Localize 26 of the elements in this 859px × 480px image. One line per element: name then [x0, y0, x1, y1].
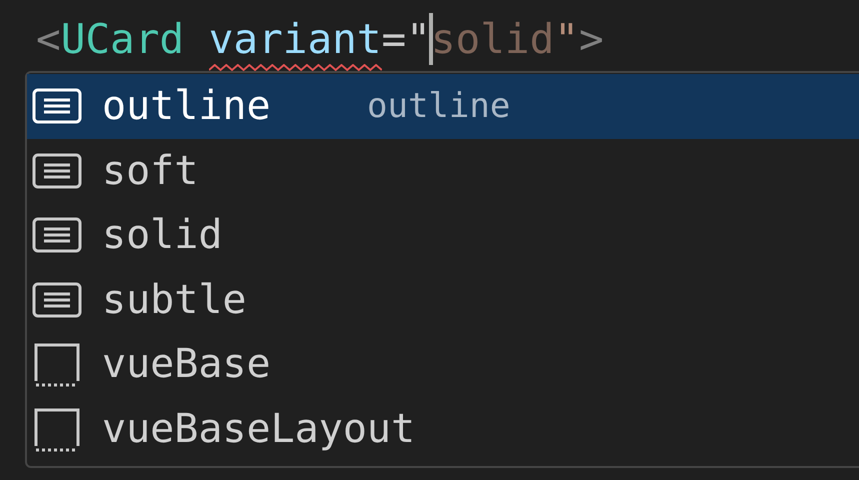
suggestion-item[interactable]: subtle — [27, 268, 859, 332]
suggestion-label: outline — [102, 82, 272, 132]
list-icon — [32, 152, 82, 190]
suggestion-item[interactable]: vueBase — [27, 332, 859, 396]
suggestion-detail: outline — [367, 85, 510, 128]
suggestion-label: vueBaseLayout — [102, 404, 416, 454]
ghost-text: solid — [430, 18, 554, 60]
suggestion-label: subtle — [102, 276, 248, 325]
bracket-text: > — [578, 18, 604, 60]
attribute-name: variant — [208, 18, 382, 60]
suggestion-item[interactable]: vueBaseLayout — [27, 396, 859, 461]
suggestion-item[interactable]: outline outline — [27, 74, 859, 138]
quote-text: " — [554, 18, 579, 60]
list-icon — [32, 87, 82, 126]
snippet-icon — [32, 406, 82, 452]
tag-name: UCard — [60, 18, 184, 60]
suggestion-item[interactable]: solid — [27, 203, 859, 268]
list-icon — [32, 280, 82, 319]
list-icon — [32, 216, 82, 254]
suggestion-label: soft — [102, 146, 200, 196]
bracket-text: < — [36, 18, 61, 60]
suggestion-label: vueBase — [102, 340, 272, 390]
suggestion-item[interactable]: soft — [27, 138, 859, 203]
suggestion-label: solid — [102, 211, 224, 260]
equals-quote: =" — [382, 18, 431, 60]
snippet-icon — [32, 341, 82, 388]
